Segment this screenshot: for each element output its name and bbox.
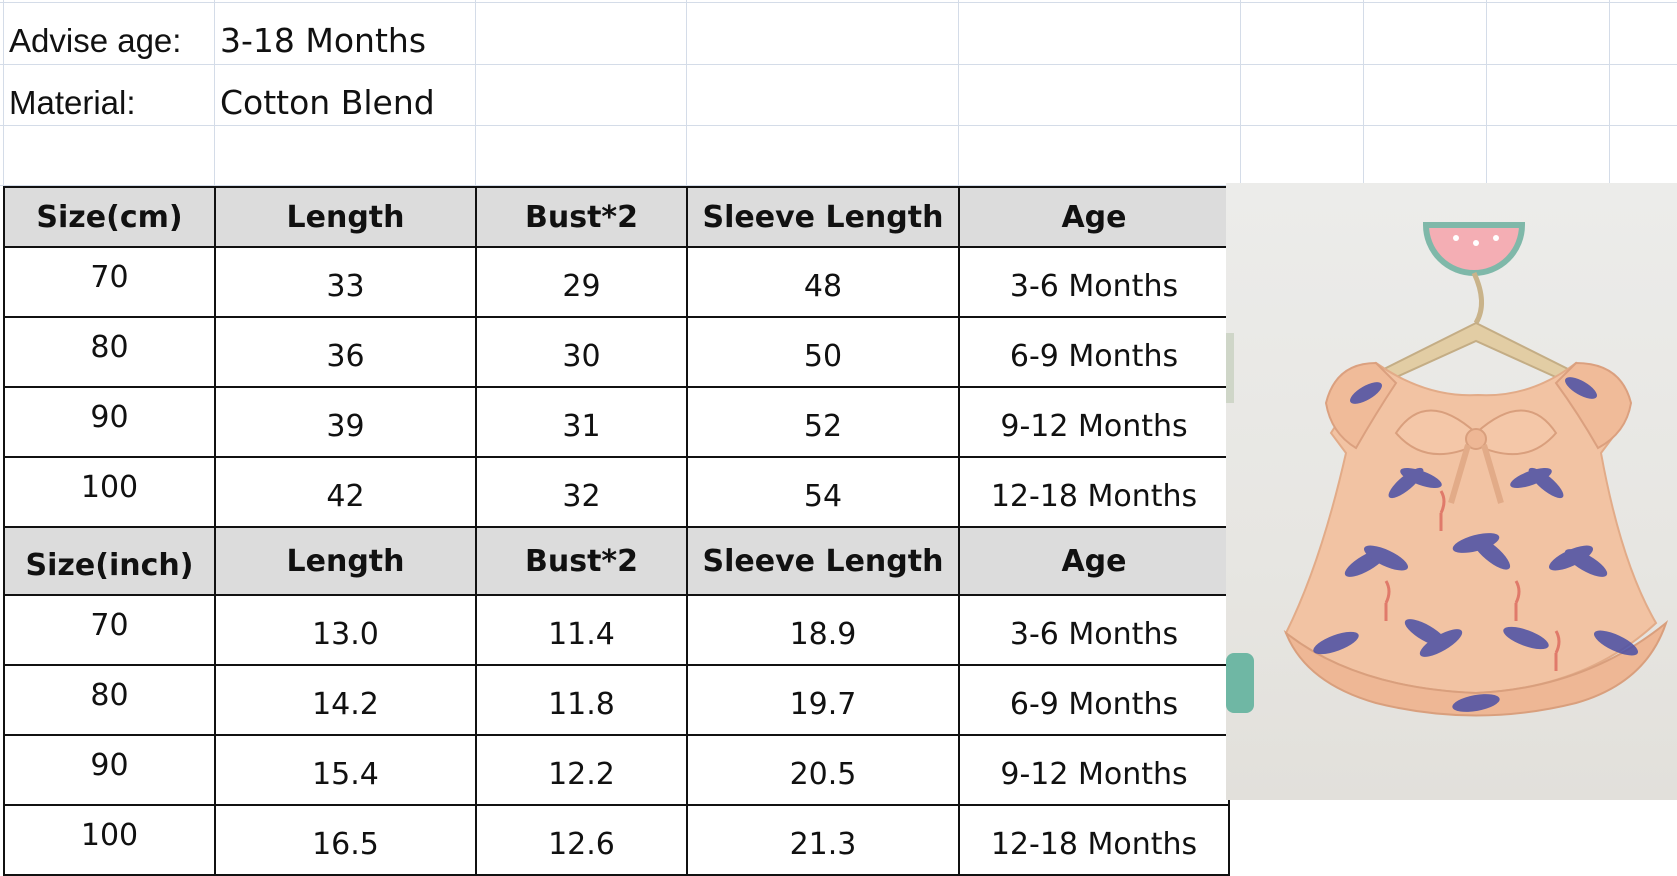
table-cell: 14.2 xyxy=(214,664,477,736)
table-row: 70 13.0 11.4 18.9 3-6 Months xyxy=(3,594,1230,666)
table-cell: 36 xyxy=(214,316,477,388)
table-cell: 15.4 xyxy=(214,734,477,806)
table-cell: 50 xyxy=(686,316,960,388)
table-cell: 39 xyxy=(214,386,477,458)
table-row: 90 15.4 12.2 20.5 9-12 Months xyxy=(3,734,1230,806)
table-header-cell: Age xyxy=(958,186,1230,248)
advise-age-label: Advise age: xyxy=(9,22,182,59)
table-cell: 13.0 xyxy=(214,594,477,666)
table-cell: 3-6 Months xyxy=(958,246,1230,318)
table-row: 70 33 29 48 3-6 Months xyxy=(3,246,1230,318)
table-header-cell: Length xyxy=(214,186,477,248)
table-cell: 6-9 Months xyxy=(958,316,1230,388)
table-header-cell: Size(inch) xyxy=(3,526,216,596)
table-header-cell: Bust*2 xyxy=(475,186,688,248)
table-cell: 48 xyxy=(686,246,960,318)
table-cell: 31 xyxy=(475,386,688,458)
inch-header-row: Size(inch) Length Bust*2 Sleeve Length A… xyxy=(3,526,1230,596)
table-header-cell: Length xyxy=(214,526,477,596)
table-row: 80 36 30 50 6-9 Months xyxy=(3,316,1230,388)
table-row: 90 39 31 52 9-12 Months xyxy=(3,386,1230,458)
side-prop xyxy=(1226,653,1254,713)
table-cell: 12.6 xyxy=(475,804,688,876)
table-cell: 100 xyxy=(3,804,216,876)
table-row: 100 16.5 12.6 21.3 12-18 Months xyxy=(3,804,1230,876)
table-cell: 20.5 xyxy=(686,734,960,806)
table-header-cell: Sleeve Length xyxy=(686,526,960,596)
table-cell: 30 xyxy=(475,316,688,388)
table-header-cell: Sleeve Length xyxy=(686,186,960,248)
hanger-hook xyxy=(1471,271,1484,325)
table-cell: 90 xyxy=(3,386,216,458)
table-row: 80 14.2 11.8 19.7 6-9 Months xyxy=(3,664,1230,736)
table-cell: 19.7 xyxy=(686,664,960,736)
table-cell: 32 xyxy=(475,456,688,528)
table-cell: 90 xyxy=(3,734,216,806)
table-cell: 11.8 xyxy=(475,664,688,736)
table-cell: 33 xyxy=(214,246,477,318)
table-cell: 16.5 xyxy=(214,804,477,876)
table-cell: 80 xyxy=(3,316,216,388)
table-cell: 11.4 xyxy=(475,594,688,666)
table-cell: 18.9 xyxy=(686,594,960,666)
material-label: Material: xyxy=(9,84,136,121)
table-cell: 54 xyxy=(686,456,960,528)
product-photo xyxy=(1226,183,1677,800)
table-cell: 12-18 Months xyxy=(958,804,1230,876)
table-cell: 21.3 xyxy=(686,804,960,876)
table-cell: 52 xyxy=(686,386,960,458)
table-cell: 9-12 Months xyxy=(958,734,1230,806)
table-cell: 70 xyxy=(3,594,216,666)
table-cell: 3-6 Months xyxy=(958,594,1230,666)
table-cell: 6-9 Months xyxy=(958,664,1230,736)
advise-age-value: 3-18 Months xyxy=(220,21,427,60)
table-cell: 29 xyxy=(475,246,688,318)
cm-header-row: Size(cm) Length Bust*2 Sleeve Length Age xyxy=(3,186,1230,248)
dress-illustration xyxy=(1226,222,1669,717)
table-header-cell: Age xyxy=(958,526,1230,596)
table-row: 100 42 32 54 12-18 Months xyxy=(3,456,1230,528)
table-header-cell: Size(cm) xyxy=(3,186,216,248)
table-cell: 70 xyxy=(3,246,216,318)
table-cell: 12-18 Months xyxy=(958,456,1230,528)
table-cell: 100 xyxy=(3,456,216,528)
table-header-cell: Bust*2 xyxy=(475,526,688,596)
material-value: Cotton Blend xyxy=(220,83,435,122)
watermelon-hook-icon xyxy=(1422,222,1526,276)
table-cell: 12.2 xyxy=(475,734,688,806)
size-chart-table: Size(cm) Length Bust*2 Sleeve Length Age… xyxy=(3,186,1230,876)
table-cell: 9-12 Months xyxy=(958,386,1230,458)
table-cell: 80 xyxy=(3,664,216,736)
side-prop xyxy=(1226,333,1234,403)
table-cell: 42 xyxy=(214,456,477,528)
